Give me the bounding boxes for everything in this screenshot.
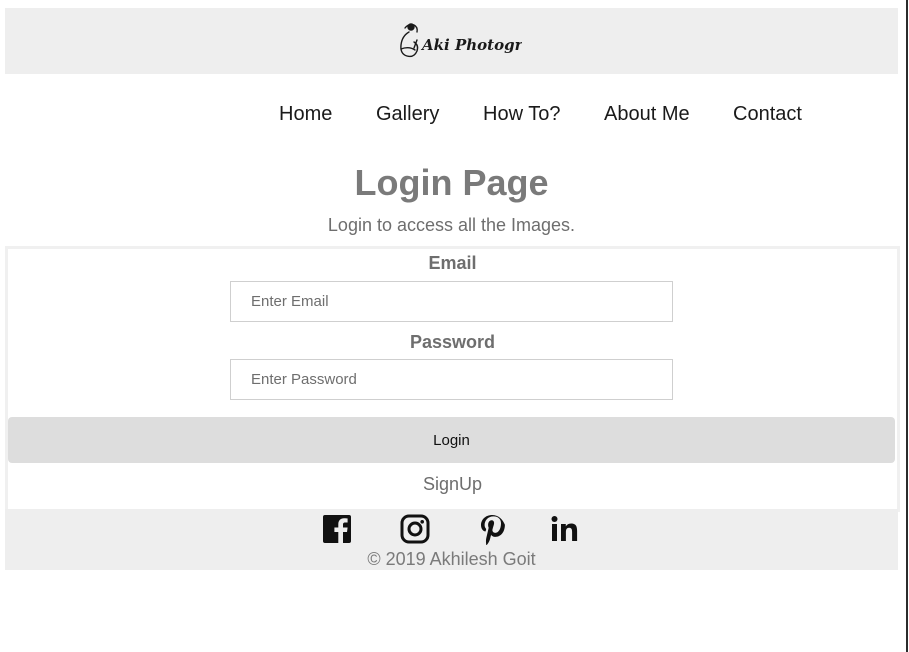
facebook-icon[interactable]: [321, 513, 353, 545]
login-button[interactable]: Login: [8, 417, 895, 463]
site-logo[interactable]: Aki Photography: [392, 18, 522, 64]
linkedin-icon[interactable]: [549, 513, 581, 545]
password-label: Password: [409, 332, 496, 352]
page: Aki Photography Home Gallery How To? Abo…: [0, 0, 909, 652]
pinterest-icon[interactable]: [476, 513, 508, 545]
nav-item-home[interactable]: Home: [279, 100, 332, 128]
nav-item-gallery[interactable]: Gallery: [376, 100, 439, 128]
nav-item-about-me[interactable]: About Me: [604, 100, 690, 128]
instagram-icon[interactable]: [399, 513, 431, 545]
main-nav: Home Gallery How To? About Me Contact: [0, 100, 909, 130]
site-footer: © 2019 Akhilesh Goit: [5, 509, 898, 570]
logo-text: Aki Photography: [420, 36, 522, 54]
login-form: Email Password Login SignUp: [5, 246, 900, 512]
email-field[interactable]: [230, 281, 673, 322]
email-label: Email: [428, 253, 477, 273]
password-field[interactable]: [230, 359, 673, 400]
site-header: Aki Photography: [5, 8, 898, 74]
nav-item-contact[interactable]: Contact: [733, 100, 802, 128]
nav-item-how-to[interactable]: How To?: [483, 100, 560, 128]
page-subtitle: Login to access all the Images.: [327, 215, 576, 235]
window-edge: [906, 0, 908, 652]
page-title: Login Page: [354, 162, 549, 203]
signup-link[interactable]: SignUp: [8, 473, 897, 495]
copyright-text: © 2019 Akhilesh Goit: [367, 549, 536, 569]
